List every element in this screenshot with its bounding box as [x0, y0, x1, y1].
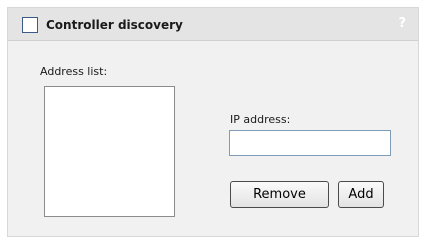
add-button[interactable]: Add — [338, 181, 384, 208]
address-list-label: Address list: — [40, 65, 108, 78]
panel-header: Controller discovery ? — [8, 8, 418, 41]
address-listbox[interactable] — [44, 86, 175, 217]
ip-address-label: IP address: — [230, 113, 291, 126]
ip-address-input[interactable] — [229, 130, 391, 156]
panel-title: Controller discovery — [46, 18, 183, 32]
help-icon[interactable]: ? — [398, 16, 406, 32]
enable-controller-discovery-checkbox[interactable] — [22, 17, 38, 33]
remove-button[interactable]: Remove — [230, 181, 329, 208]
